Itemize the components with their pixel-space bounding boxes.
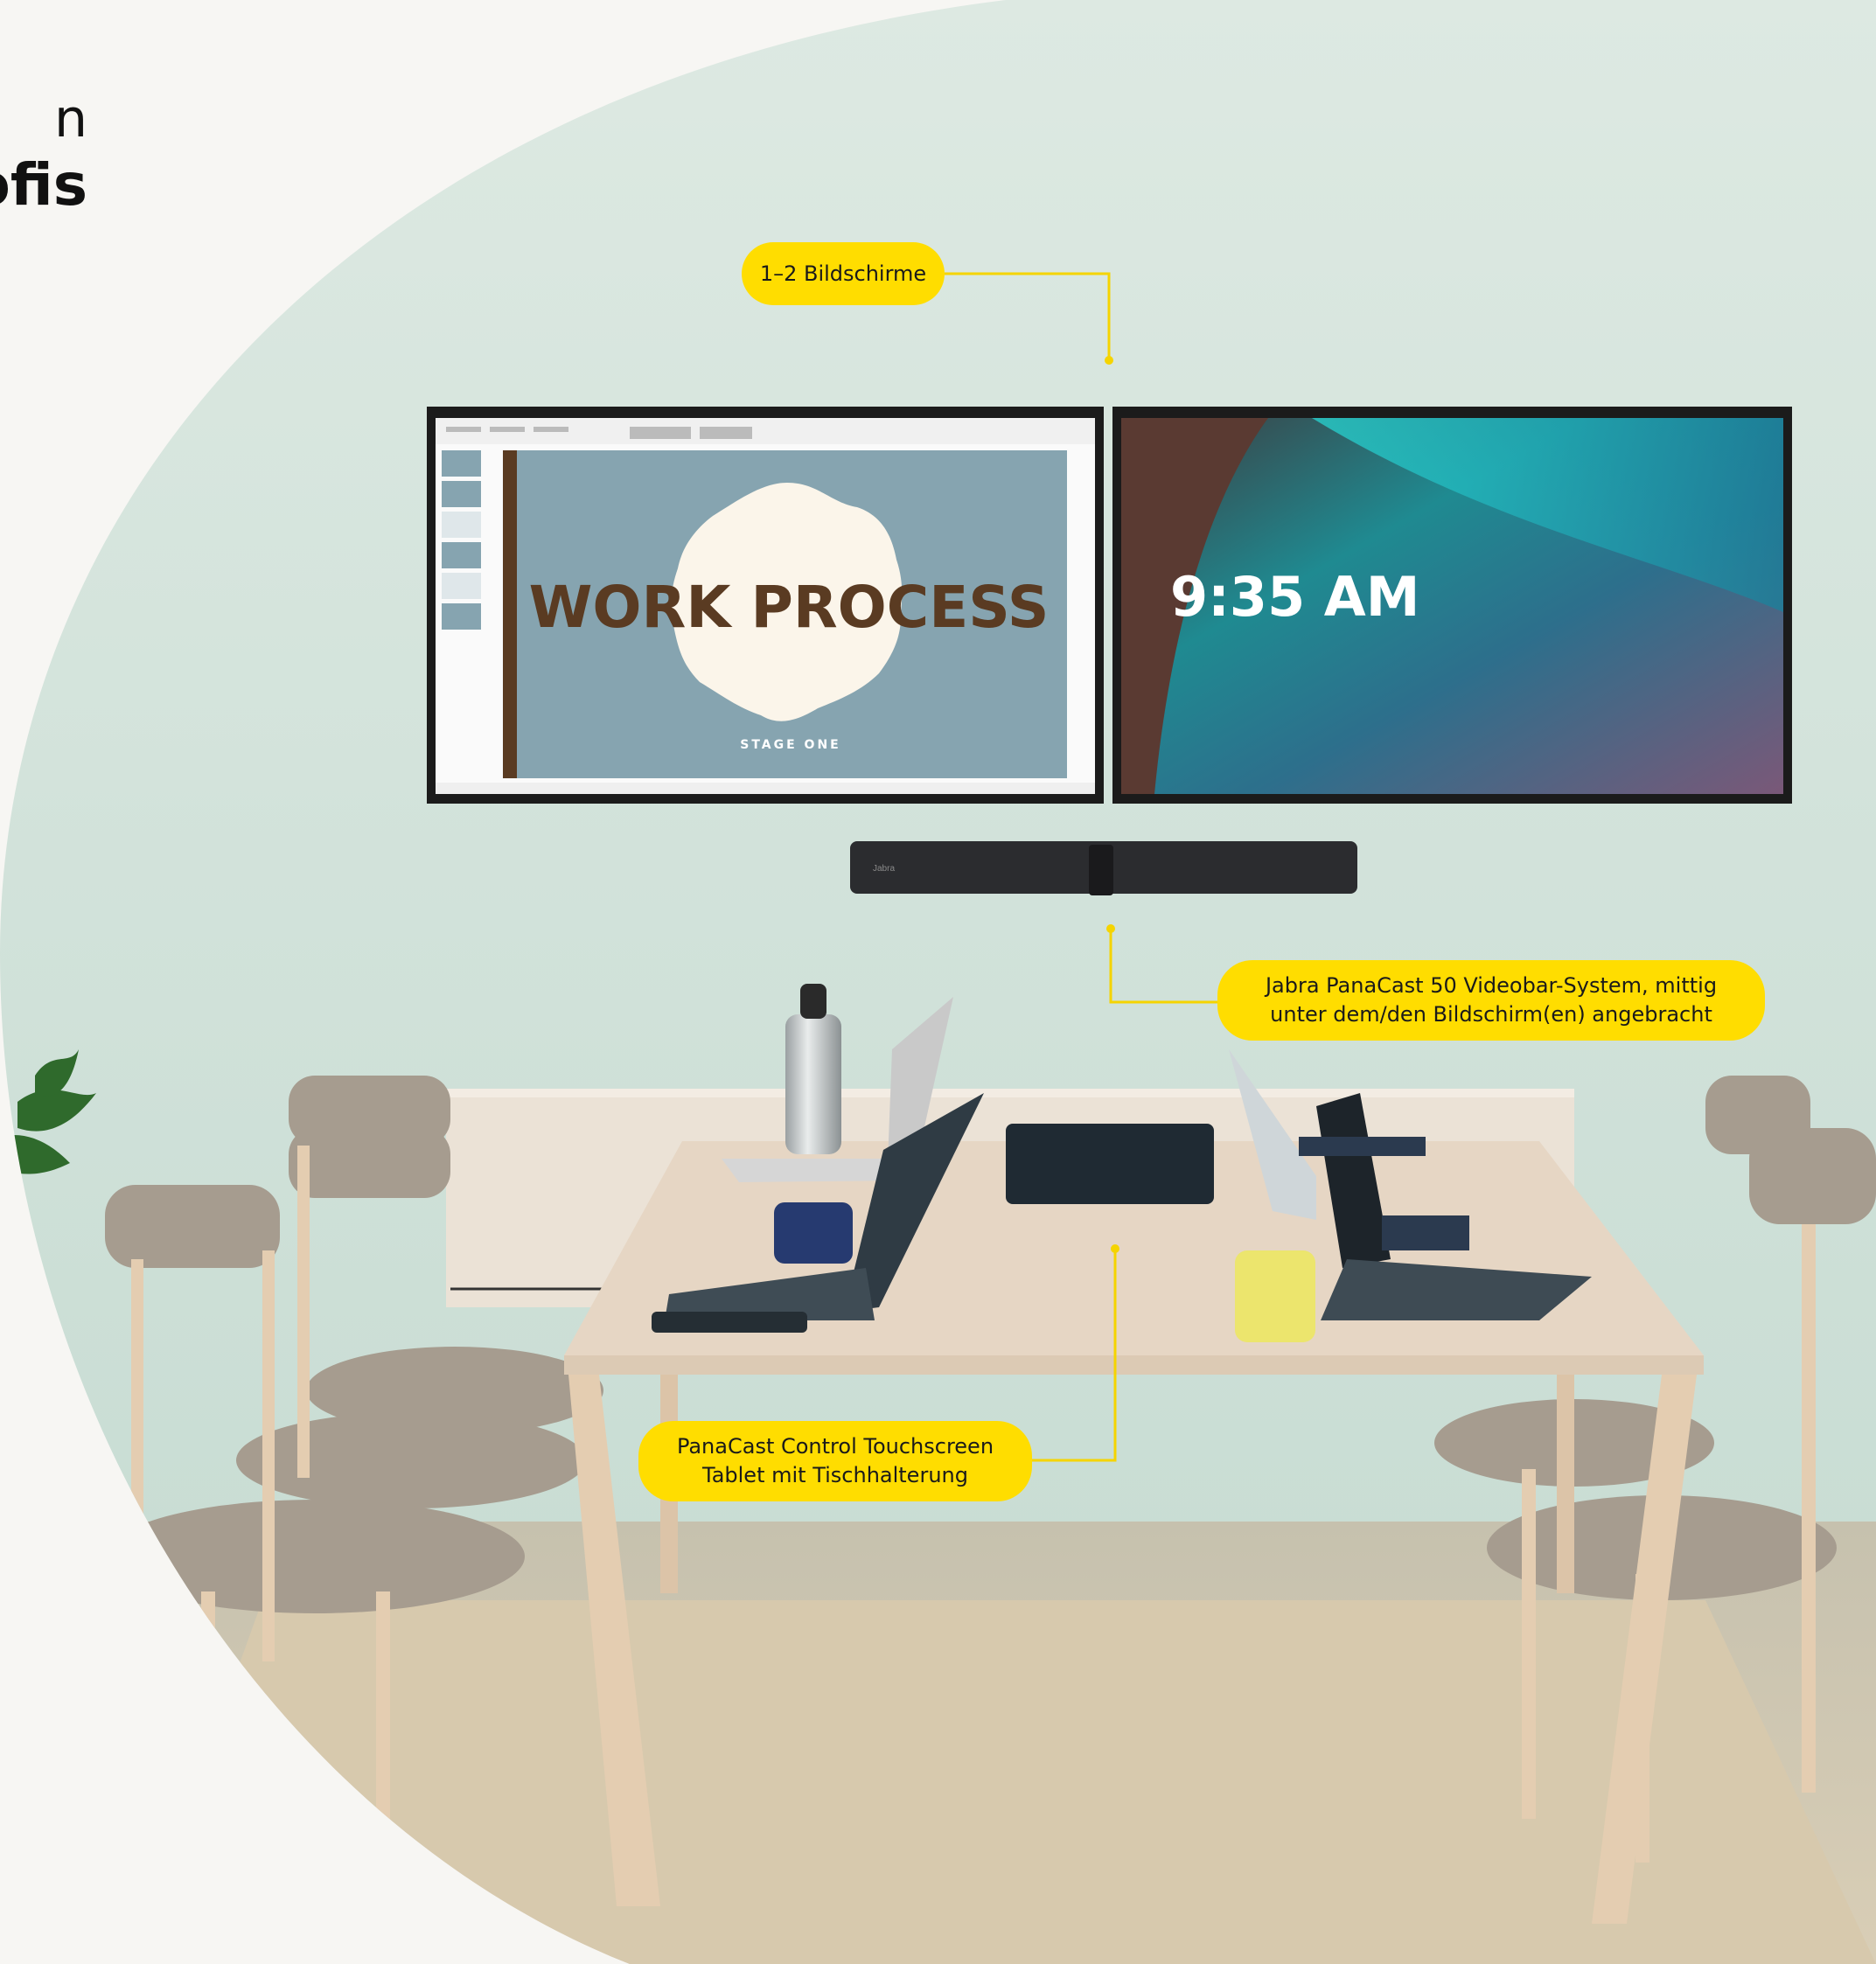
clock-display: 9:35 AM bbox=[1170, 565, 1419, 629]
callout-tablet-line-1: PanaCast Control Touchscreen bbox=[676, 1434, 994, 1459]
slide-title: WORK PROCESS bbox=[529, 574, 1050, 641]
callout-screens: 1–2 Bildschirme bbox=[742, 242, 945, 305]
callout-tablet: PanaCast Control Touchscreen Tablet mit … bbox=[638, 1421, 1032, 1501]
callout-tablet-line-2: Tablet mit Tischhalterung bbox=[702, 1463, 968, 1487]
callout-videobar: Jabra PanaCast 50 Videobar-System, mitti… bbox=[1217, 960, 1765, 1041]
callout-videobar-line-1: Jabra PanaCast 50 Videobar-System, mitti… bbox=[1265, 973, 1718, 998]
videobar-brand: Jabra bbox=[873, 864, 895, 874]
left-monitor: WORK PROCESS STAGE ONE bbox=[427, 407, 1104, 804]
slide-subtitle: STAGE ONE bbox=[740, 738, 841, 752]
videobar: Jabra bbox=[850, 841, 1357, 895]
right-monitor: 9:35 AM bbox=[1112, 407, 1792, 804]
callout-screens-line-1: 1–2 Bildschirme bbox=[759, 261, 927, 286]
callout-videobar-line-2: unter dem/den Bildschirm(en) angebracht bbox=[1270, 1002, 1712, 1027]
